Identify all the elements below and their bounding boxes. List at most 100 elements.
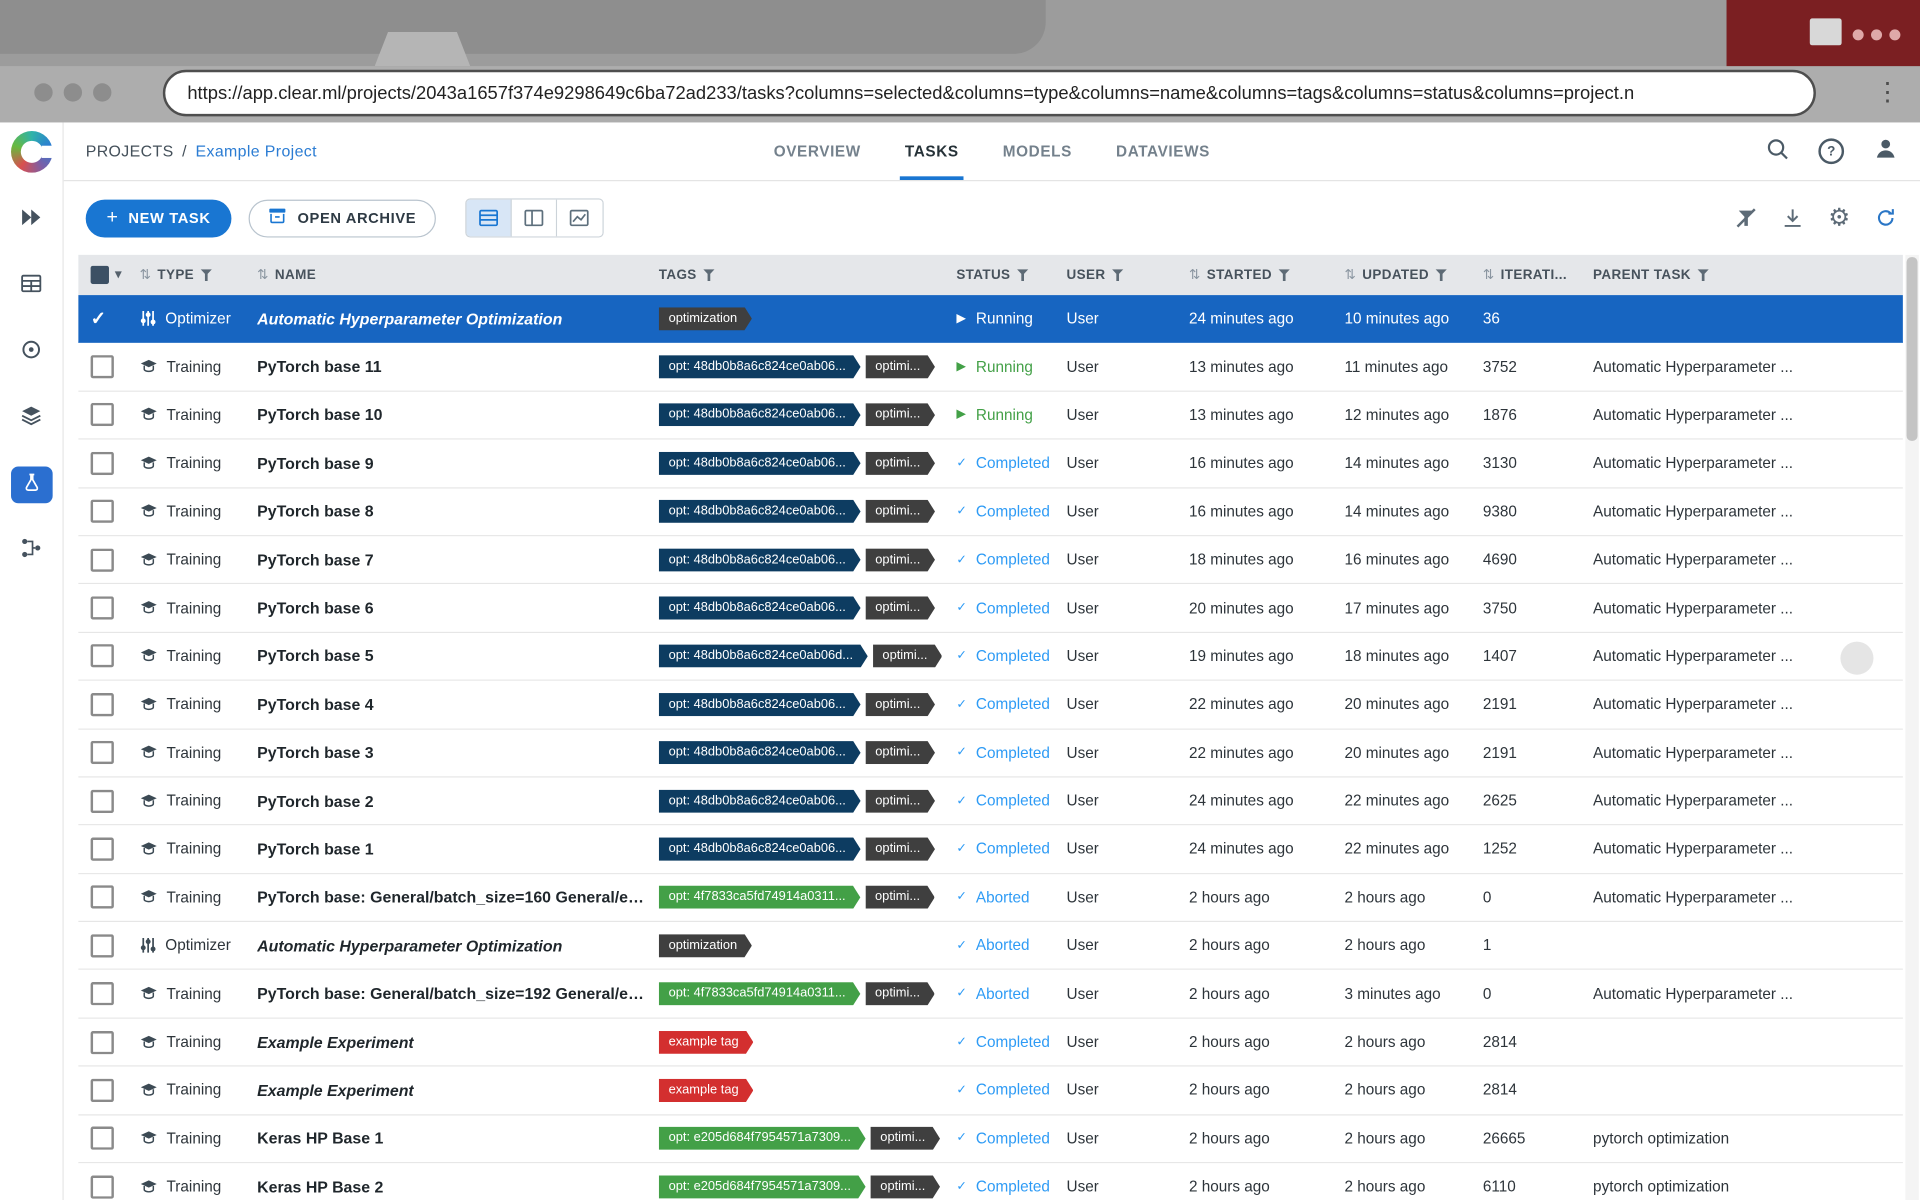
task-name[interactable]: Automatic Hyperparameter Optimization: [257, 309, 562, 327]
sort-icon[interactable]: ⇅: [257, 267, 269, 283]
tab-dataviews[interactable]: DATAVIEWS: [1116, 122, 1210, 180]
filter-icon[interactable]: [1016, 268, 1029, 282]
open-archive-button[interactable]: OPEN ARCHIVE: [248, 198, 436, 237]
window-dot-3[interactable]: [1889, 29, 1901, 41]
sort-icon[interactable]: ⇅: [1189, 267, 1201, 283]
sidebar-item-datasets[interactable]: [10, 334, 52, 371]
row-checkbox[interactable]: [90, 692, 114, 717]
sort-icon[interactable]: ⇅: [140, 267, 152, 283]
task-name[interactable]: PyTorch base: General/batch_size=160 Gen…: [257, 888, 649, 906]
task-name[interactable]: Keras HP Base 2: [257, 1178, 383, 1196]
table-row[interactable]: Training PyTorch base: General/batch_size…: [78, 873, 1903, 923]
row-checkbox[interactable]: [90, 741, 114, 765]
row-checkbox[interactable]: [90, 499, 114, 524]
table-row[interactable]: Training PyTorch base 8 opt: 48db0b8a6c824…: [78, 488, 1903, 537]
task-name[interactable]: PyTorch base 4: [257, 695, 373, 713]
breadcrumb-root[interactable]: PROJECTS: [86, 142, 174, 160]
sidebar-item-experiments[interactable]: [10, 466, 53, 504]
help-icon[interactable]: ?: [1818, 138, 1845, 165]
row-checkbox[interactable]: [90, 1126, 114, 1151]
refresh-icon[interactable]: [1871, 203, 1900, 232]
task-name[interactable]: PyTorch base 11: [257, 358, 381, 376]
task-name[interactable]: PyTorch base 10: [257, 406, 382, 424]
detail-view-button[interactable]: [511, 199, 557, 237]
table-row[interactable]: Training Keras HP Base 1 opt: e205d684f795…: [78, 1115, 1903, 1164]
table-row[interactable]: Training PyTorch base 11 opt: 48db0b8a6c82…: [78, 343, 1903, 392]
scrollbar-thumb[interactable]: [1906, 257, 1918, 441]
window-dot-1[interactable]: [1852, 29, 1864, 41]
table-row[interactable]: ✓ Optimizer Automatic Hyperparameter Optim…: [78, 295, 1903, 344]
compare-view-button[interactable]: [556, 199, 603, 237]
breadcrumb-current[interactable]: Example Project: [196, 142, 317, 160]
column-header-user[interactable]: USER: [1067, 268, 1189, 282]
task-name[interactable]: PyTorch base: General/batch_size=192 Gen…: [257, 985, 649, 1003]
table-row[interactable]: Training Keras HP Base 2 opt: e205d684f795…: [78, 1163, 1903, 1200]
task-name[interactable]: Keras HP Base 1: [257, 1129, 383, 1147]
vertical-scrollbar[interactable]: [1905, 254, 1919, 1200]
sidebar-item-pipelines[interactable]: [10, 533, 52, 570]
tab-models[interactable]: MODELS: [1003, 122, 1072, 180]
table-row[interactable]: Training PyTorch base: General/batch_size…: [78, 970, 1903, 1019]
task-name[interactable]: PyTorch base 9: [257, 454, 373, 472]
row-checkbox[interactable]: [90, 596, 114, 620]
new-task-button[interactable]: + NEW TASK: [85, 198, 232, 237]
row-checkbox[interactable]: [90, 1175, 114, 1199]
window-dot-2[interactable]: [1871, 29, 1883, 41]
row-checkbox[interactable]: [90, 1078, 114, 1102]
column-header-name[interactable]: ⇅ NAME: [257, 267, 659, 283]
row-selected-check-icon[interactable]: ✓: [91, 308, 106, 330]
row-checkbox[interactable]: [90, 1030, 114, 1054]
column-header-iteration[interactable]: ⇅ ITERATI...: [1483, 267, 1593, 283]
column-header-select[interactable]: ▾: [78, 265, 139, 285]
settings-icon[interactable]: ⚙: [1824, 203, 1853, 232]
search-icon[interactable]: [1766, 137, 1789, 166]
table-row[interactable]: Training PyTorch base 7 opt: 48db0b8a6c824…: [78, 536, 1903, 585]
browser-back-button[interactable]: [34, 83, 53, 102]
column-header-status[interactable]: STATUS: [956, 268, 1066, 282]
clearml-logo[interactable]: [10, 131, 56, 173]
profile-icon[interactable]: [1873, 136, 1897, 167]
url-bar[interactable]: https://app.clear.ml/projects/2043a1657f…: [162, 69, 1816, 117]
column-header-tags[interactable]: TAGS: [659, 268, 957, 282]
table-row[interactable]: Training PyTorch base 2 opt: 48db0b8a6c824…: [78, 777, 1903, 826]
filter-icon[interactable]: [1435, 268, 1448, 282]
tab-overview[interactable]: OVERVIEW: [774, 122, 861, 180]
sidebar-item-projects[interactable]: [10, 268, 52, 305]
column-header-updated[interactable]: ⇅ UPDATED: [1344, 267, 1482, 283]
task-name[interactable]: PyTorch base 8: [257, 502, 373, 520]
sidebar-item-models[interactable]: [10, 400, 52, 437]
task-name[interactable]: Example Experiment: [257, 1033, 414, 1051]
table-row[interactable]: Training PyTorch base 10 opt: 48db0b8a6c82…: [78, 391, 1903, 440]
task-name[interactable]: PyTorch base 2: [257, 792, 373, 810]
row-checkbox[interactable]: [90, 837, 114, 861]
row-checkbox[interactable]: [90, 451, 114, 475]
filter-icon[interactable]: [702, 268, 716, 282]
column-header-type[interactable]: ⇅ TYPE: [140, 267, 258, 283]
column-header-started[interactable]: ⇅ STARTED: [1189, 267, 1345, 283]
task-name[interactable]: PyTorch base 3: [257, 744, 373, 762]
table-row[interactable]: Training PyTorch base 4 opt: 48db0b8a6c824…: [78, 680, 1903, 730]
sort-icon[interactable]: ⇅: [1344, 267, 1356, 283]
table-view-button[interactable]: [466, 199, 512, 237]
row-checkbox[interactable]: [90, 355, 114, 379]
task-name[interactable]: PyTorch base 5: [257, 647, 373, 665]
select-all-caret-icon[interactable]: ▾: [115, 268, 122, 281]
row-checkbox[interactable]: [90, 789, 114, 813]
task-name[interactable]: Automatic Hyperparameter Optimization: [257, 936, 562, 954]
column-header-parent[interactable]: PARENT TASK: [1593, 268, 1903, 282]
clear-filters-icon[interactable]: [1731, 203, 1760, 232]
browser-forward-button[interactable]: [63, 83, 83, 102]
filter-icon[interactable]: [1278, 268, 1291, 282]
sidebar-item-dashboard[interactable]: [10, 202, 52, 239]
row-checkbox[interactable]: [90, 885, 114, 910]
row-checkbox[interactable]: [90, 403, 114, 427]
table-row[interactable]: Training PyTorch base 5 opt: 48db0b8a6c824…: [78, 632, 1903, 681]
task-name[interactable]: PyTorch base 1: [257, 840, 373, 858]
task-name[interactable]: PyTorch base 6: [257, 599, 373, 617]
browser-reload-button[interactable]: [93, 83, 112, 102]
download-icon[interactable]: [1778, 203, 1807, 232]
table-row[interactable]: Training Example Experiment example tag ✓ Co…: [78, 1018, 1903, 1067]
table-row[interactable]: Training PyTorch base 9 opt: 48db0b8a6c824…: [78, 439, 1903, 489]
row-checkbox[interactable]: [90, 982, 114, 1006]
table-row[interactable]: Training PyTorch base 6 opt: 48db0b8a6c824…: [78, 584, 1903, 633]
